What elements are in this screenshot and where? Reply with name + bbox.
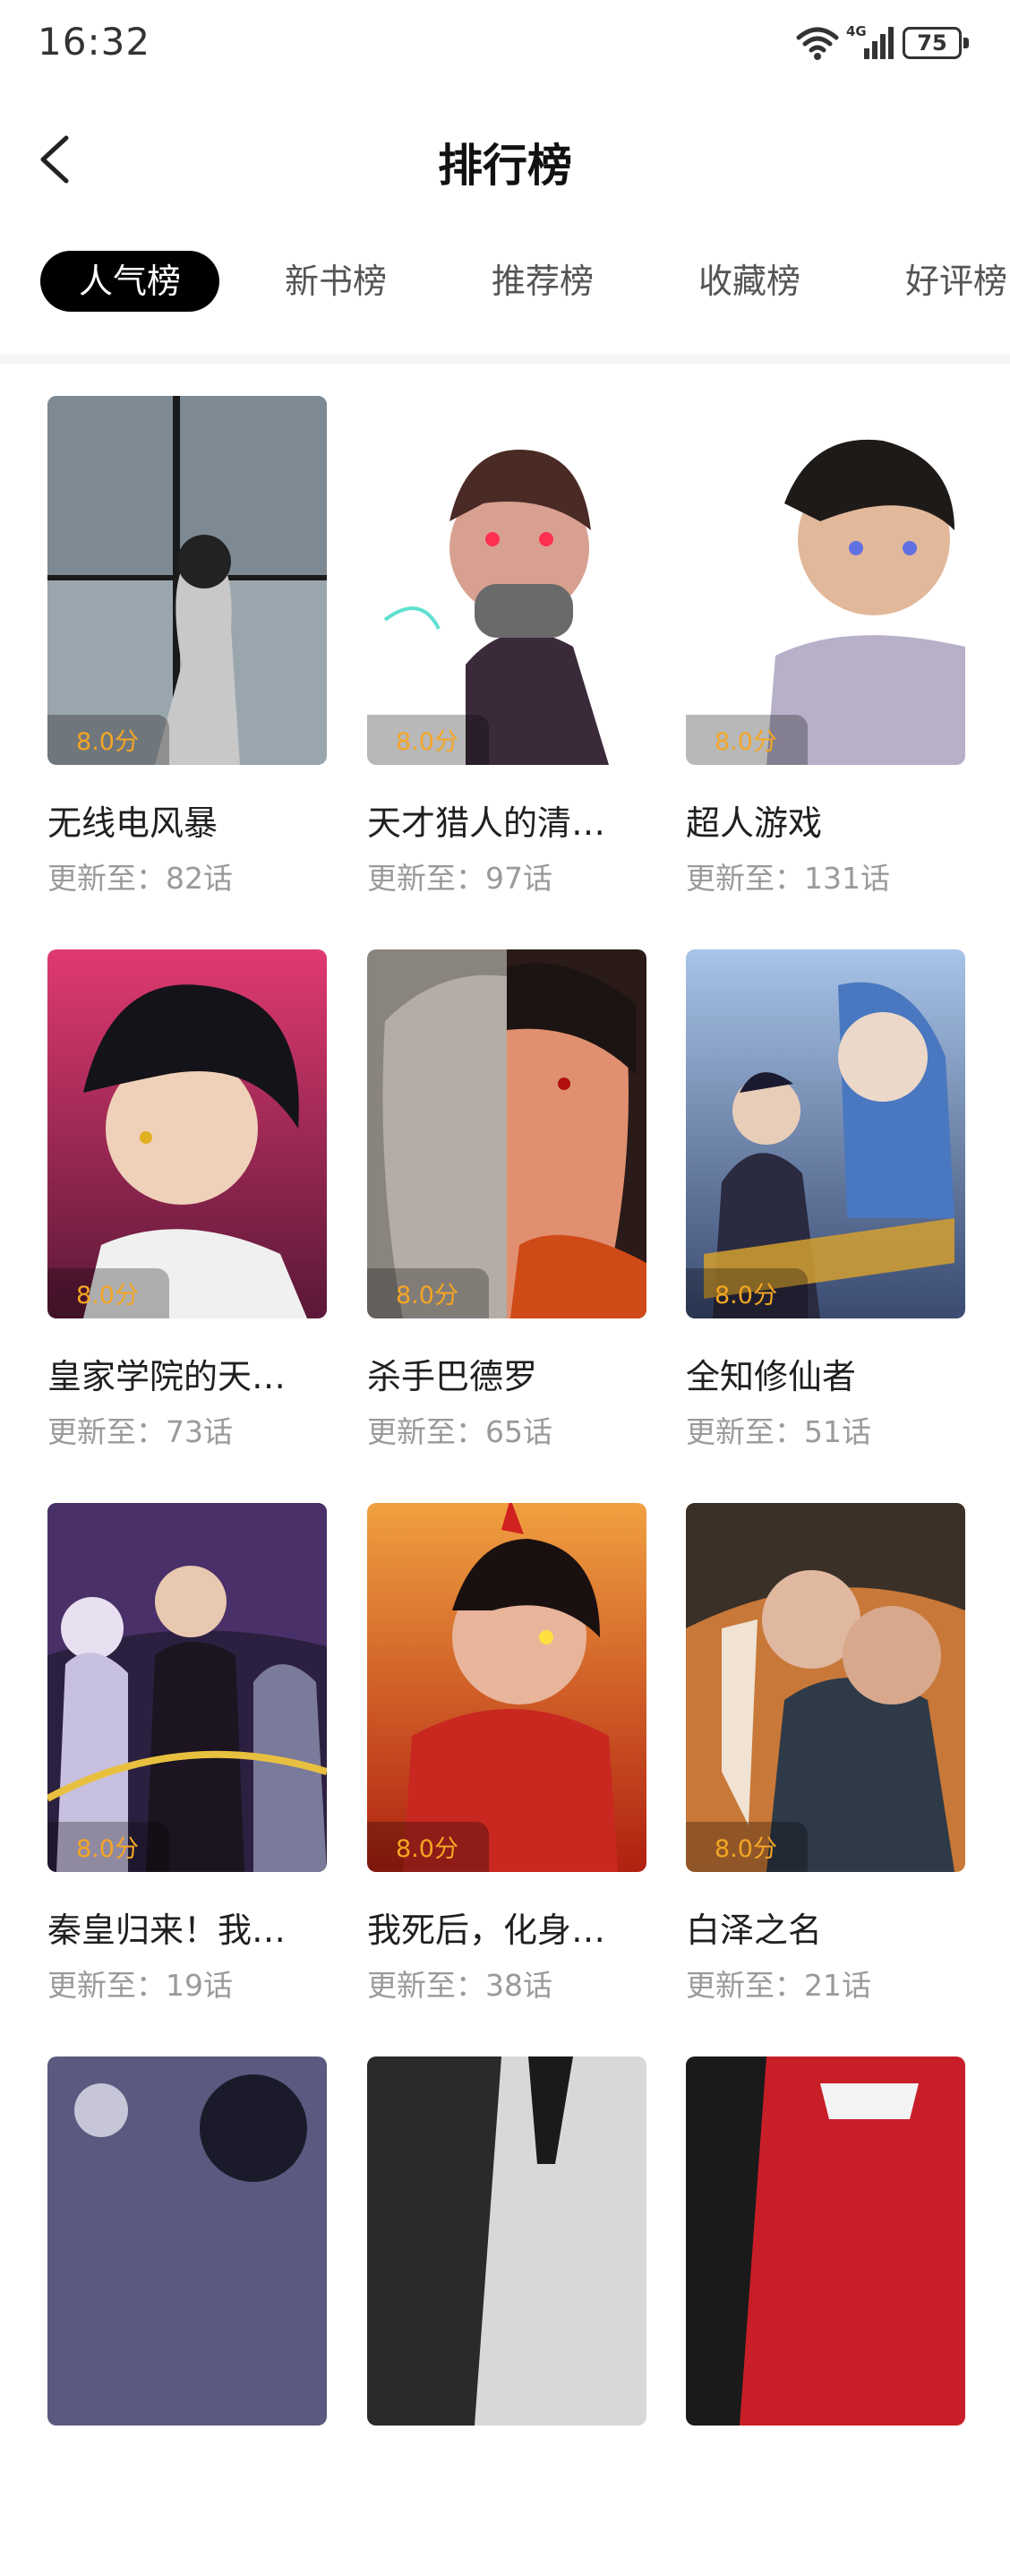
- score-badge: 8.0分: [686, 1268, 808, 1318]
- comic-update: 更新至：21话: [686, 1968, 871, 2003]
- tab-favorites[interactable]: 收藏榜: [698, 251, 800, 312]
- status-time: 16:32: [38, 20, 151, 64]
- comic-title: 无线电风暴: [47, 803, 218, 843]
- comic-update: 更新至：19话: [47, 1968, 233, 2003]
- comic-cover[interactable]: 8.0分: [47, 1503, 327, 1872]
- comic-cover[interactable]: 8.0分: [47, 949, 327, 1318]
- comic-card[interactable]: [367, 2057, 646, 2576]
- comic-cover[interactable]: 8.0分: [686, 949, 965, 1318]
- wifi-icon: [795, 25, 840, 61]
- comic-update: 更新至：38话: [367, 1968, 552, 2003]
- comic-card[interactable]: 8.0分 秦皇归来！我… 更新至：19话: [47, 1503, 327, 2022]
- comic-cover[interactable]: 8.0分: [367, 396, 646, 765]
- score-badge: 8.0分: [686, 1822, 808, 1872]
- comic-card[interactable]: 8.0分 白泽之名 更新至：21话: [686, 1503, 965, 2022]
- comic-title: 皇家学院的天…: [47, 1357, 287, 1396]
- comic-card[interactable]: 8.0分 全知修仙者 更新至：51话: [686, 949, 965, 1469]
- comic-card[interactable]: 8.0分 杀手巴德罗 更新至：65话: [367, 949, 646, 1469]
- comic-update: 更新至：51话: [686, 1414, 871, 1449]
- comic-card[interactable]: 8.0分 天才猎人的清… 更新至：97话: [367, 396, 646, 915]
- tab-new-books[interactable]: 新书榜: [285, 251, 387, 312]
- tab-top-rated[interactable]: 好评榜: [905, 251, 1007, 312]
- battery-icon: 75: [903, 27, 969, 59]
- comic-card[interactable]: 8.0分 无线电风暴 更新至：82话: [47, 396, 327, 915]
- battery-level: 75: [917, 30, 947, 56]
- comic-cover[interactable]: 8.0分: [367, 1503, 646, 1872]
- comic-update: 更新至：97话: [367, 861, 552, 896]
- score-badge: 8.0分: [367, 715, 489, 765]
- comic-update: 更新至：65话: [367, 1414, 552, 1449]
- score-badge: 8.0分: [686, 715, 808, 765]
- tab-popular[interactable]: 人气榜: [40, 251, 219, 312]
- comic-title: 天才猎人的清…: [367, 803, 606, 843]
- ranking-tabs: 人气榜 新书榜 推荐榜 收藏榜 好评榜: [0, 246, 1010, 318]
- comic-card[interactable]: 8.0分 皇家学院的天… 更新至：73话: [47, 949, 327, 1469]
- comic-update: 更新至：131话: [686, 861, 890, 896]
- comic-cover[interactable]: [367, 2057, 646, 2426]
- score-badge: 8.0分: [367, 1822, 489, 1872]
- comic-cover[interactable]: 8.0分: [686, 396, 965, 765]
- score-badge: 8.0分: [367, 1268, 489, 1318]
- cellular-signal-icon: 4G: [846, 23, 896, 61]
- divider: [0, 355, 1010, 364]
- score-badge: 8.0分: [47, 715, 169, 765]
- comic-card[interactable]: 8.0分 超人游戏 更新至：131话: [686, 396, 965, 915]
- comic-title: 超人游戏: [686, 803, 823, 843]
- comic-cover[interactable]: 8.0分: [686, 1503, 965, 1872]
- comic-cover[interactable]: [686, 2057, 965, 2426]
- comic-title: 白泽之名: [686, 1911, 823, 1950]
- comic-update: 更新至：82话: [47, 861, 233, 896]
- score-badge: 8.0分: [47, 1822, 169, 1872]
- comic-card[interactable]: [47, 2057, 327, 2576]
- status-bar: 16:32 4G 75: [0, 0, 1010, 90]
- comic-title: 我死后，化身…: [367, 1911, 606, 1950]
- page-title: 排行榜: [438, 140, 572, 192]
- comic-cover[interactable]: 8.0分: [47, 396, 327, 765]
- comic-cover[interactable]: 8.0分: [367, 949, 646, 1318]
- comic-title: 秦皇归来！我…: [47, 1911, 287, 1950]
- comic-card[interactable]: [686, 2057, 965, 2576]
- comic-title: 杀手巴德罗: [367, 1357, 538, 1396]
- score-badge: 8.0分: [47, 1268, 169, 1318]
- tab-recommended[interactable]: 推荐榜: [492, 251, 594, 312]
- comic-card[interactable]: 8.0分 我死后，化身… 更新至：38话: [367, 1503, 646, 2022]
- comic-cover[interactable]: [47, 2057, 327, 2426]
- comic-title: 全知修仙者: [686, 1357, 857, 1396]
- comic-update: 更新至：73话: [47, 1414, 233, 1449]
